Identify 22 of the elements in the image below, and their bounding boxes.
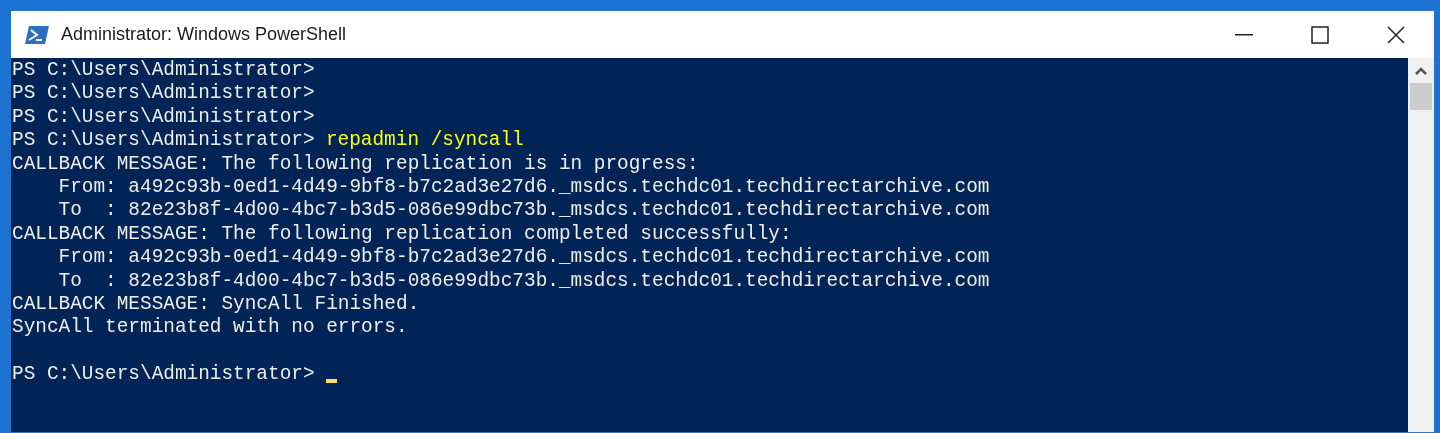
prompt-text: PS C:\Users\Administrator> [12,129,315,153]
prompt-text: PS C:\Users\Administrator> [12,82,315,106]
scroll-up-icon[interactable] [1414,66,1428,76]
output-text: CALLBACK MESSAGE: The following replication is in progress: [12,152,699,176]
minimize-icon [1235,33,1253,36]
vertical-scrollbar[interactable] [1408,58,1434,432]
prompt-text: PS C:\Users\Administrator> [12,105,315,130]
output-text: To : 82e23b8f-4d00-4bc7-b3d5-086e99dbc73b._msdcs.techdc01.techdirectarchive.com [57,269,990,293]
close-icon [1387,25,1405,44]
output-text: From: a492c93b-0ed1-4d49-9bf8-b7c2ad3e27d6._msdcs.techdc01.techdirectarchive.com [57,246,990,270]
output-text: CALLBACK MESSAGE: The following replication completed successfully: [12,222,792,247]
scrollbar-thumb[interactable] [1410,83,1432,110]
prompt-text: PS C:\Users\Administrator> [12,363,315,387]
output-text: SyncAll terminated with no errors. [12,316,408,340]
output-text: CALLBACK MESSAGE: SyncAll Finished. [12,292,420,317]
command-text: repadmin /syncall [325,129,524,153]
window-title: Administrator: Windows PowerShell [61,23,347,46]
output-text: To : 82e23b8f-4d00-4bc7-b3d5-086e99dbc73b._msdcs.techdc01.techdirectarchive.com [57,199,990,223]
output-text: From: a492c93b-0ed1-4d49-9bf8-b7c2ad3e27d6._msdcs.techdc01.techdirectarchive.com [57,175,990,200]
maximize-icon [1311,25,1329,44]
powershell-icon [24,24,50,45]
prompt-text: PS C:\Users\Administrator> [12,59,315,83]
